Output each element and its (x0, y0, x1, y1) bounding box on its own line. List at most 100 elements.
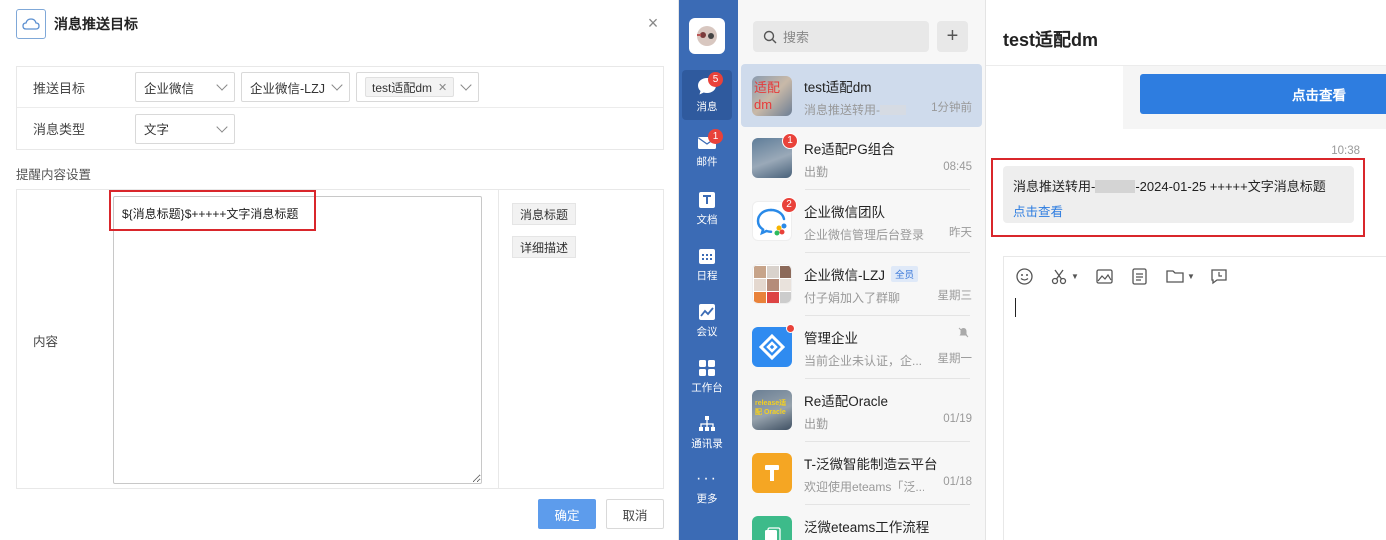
rail-item-contacts[interactable]: 通讯录 (682, 408, 732, 458)
content-label: 内容 (33, 335, 59, 349)
message-type-select[interactable]: 文字 (135, 113, 235, 144)
conversation-preview: 企业微信管理后台登录... (804, 227, 924, 242)
conversation-avatar: 适配dm (752, 75, 792, 116)
rail-label-messages: 消息 (696, 101, 718, 113)
reminder-icon[interactable] (1210, 268, 1228, 285)
redacted-block (1095, 180, 1136, 193)
folder-icon[interactable]: ▼ (1166, 268, 1195, 284)
rail-label-workbench: 工作台 (691, 382, 723, 394)
scissors-icon[interactable]: ▼ (1051, 268, 1079, 285)
conversation-name: T-泛微智能制造云平台 (804, 456, 938, 472)
conversation-text: T-泛微智能制造云平台 欢迎使用eteams「泛... 01/18 (804, 453, 972, 494)
chat-pane: test适配dm 点击查看 10:38 消息推送转用- -2024-01-25 +… (986, 0, 1386, 540)
message-editor[interactable]: ▼ ▼ (1003, 257, 1386, 540)
conversation-text: test适配dm 消息推送转用- 1分钟前 (804, 76, 972, 118)
conversation-name: 泛微eteams工作流程 (804, 519, 930, 535)
conversation-time: 星期三 (937, 289, 973, 302)
dialog-title: 消息推送目标 (54, 16, 138, 32)
rail-item-docs[interactable]: 文档 (682, 184, 732, 234)
admin-logo-icon (759, 333, 785, 360)
confirm-button[interactable]: 确定 (538, 499, 596, 529)
rail-item-more[interactable]: ··· 更多 (682, 464, 732, 514)
message-type-row: 消息类型 文字 (17, 108, 663, 149)
rail-item-messages[interactable]: 消息 5 (682, 70, 732, 120)
variable-description-button[interactable]: 详细描述 (512, 236, 577, 258)
rail-label-docs: 文档 (696, 214, 718, 226)
conversation-time: 星期一 (937, 352, 973, 365)
search-placeholder: 搜索 (783, 30, 810, 45)
message-type-label: 消息类型 (33, 122, 86, 137)
conversation-name: 企业微信-LZJ 全员 (804, 264, 972, 284)
caret-down-icon: ▼ (1071, 272, 1079, 281)
conversation-item[interactable]: 泛微eteams工作流程 (741, 504, 982, 540)
close-icon[interactable]: × (644, 14, 662, 32)
target-form: 推送目标 企业微信 企业微信-LZJ test适配dm ✕ 消息类型 文字 (16, 66, 664, 150)
conversation-item[interactable]: T-泛微智能制造云平台 欢迎使用eteams「泛... 01/18 (741, 441, 982, 504)
conversation-text: Re适配PG组合 出勤 08:45 (804, 138, 972, 179)
chevron-down-icon (331, 79, 343, 91)
content-textarea[interactable]: ${消息标题}$+++++文字消息标题 (113, 196, 482, 484)
cancel-button[interactable]: 取消 (606, 499, 664, 529)
reminder-section-title: 提醒内容设置 (16, 168, 92, 182)
rail-item-mail[interactable]: 邮件 1 (682, 127, 732, 177)
conversation-preview: 消息推送转用- (804, 101, 924, 118)
text-cursor (1015, 298, 1016, 317)
emoji-icon[interactable] (1016, 268, 1033, 285)
conversation-time: 昨天 (949, 226, 972, 239)
conversation-name: 管理企业 (804, 330, 858, 346)
target-app-value: 企业微信-LZJ (250, 81, 326, 96)
conversation-time: 08:45 (943, 160, 972, 173)
target-member-select[interactable]: test适配dm ✕ (356, 72, 479, 102)
target-type-select[interactable]: 企业微信 (135, 72, 235, 102)
image-icon[interactable] (1096, 268, 1113, 285)
target-type-value: 企业微信 (144, 81, 195, 96)
rail-item-meeting[interactable]: 会议 (682, 296, 732, 346)
selected-target-label: test适配dm (372, 80, 433, 95)
push-target-label: 推送目标 (33, 80, 86, 96)
conversation-list: 搜索 + 适配dm test适配dm 消息推送转用- 1分钟前 1 Re适配PG… (738, 0, 986, 540)
conversation-item[interactable]: release适配 Oracle Re适配Oracle 出勤 01/19 (741, 378, 982, 441)
mute-bell-icon (958, 327, 969, 337)
rail-label-calendar: 日程 (696, 270, 718, 282)
remove-tag-icon[interactable]: ✕ (438, 81, 447, 94)
rail-label-contacts: 通讯录 (691, 438, 723, 450)
chevron-down-icon (216, 120, 228, 133)
conversation-preview: 出勤 (804, 416, 829, 431)
plus-icon: + (946, 25, 959, 47)
target-app-select[interactable]: 企业微信-LZJ (241, 72, 350, 102)
company-avatar[interactable] (689, 18, 725, 54)
conversation-text: Re适配Oracle 出勤 01/19 (804, 390, 972, 431)
conversation-item[interactable]: 企业微信-LZJ 全员 付子娟加入了群聊 星期三 (741, 252, 982, 315)
rail-label-meeting: 会议 (696, 326, 718, 338)
add-button[interactable]: + (937, 21, 968, 52)
selected-target-tag: test适配dm ✕ (365, 77, 455, 97)
message-view-link[interactable]: 点击查看 (1013, 201, 1344, 220)
conversation-avatar: 2 (752, 196, 797, 241)
search-icon (763, 30, 777, 43)
conversation-name: test适配dm (804, 79, 872, 95)
variable-title-button[interactable]: 消息标题 (512, 203, 577, 225)
nav-rail: 消息 5 邮件 1 文档 日程 会议 工作台 通讯录 ··· 更多 (679, 0, 738, 540)
conversation-avatar (752, 452, 792, 493)
avatar-text: release适配 Oracle (755, 399, 787, 416)
conversation-time: 01/19 (943, 412, 972, 425)
group-avatar-icon (754, 265, 791, 303)
conversation-item[interactable]: 2 企业微信团队 企业微信管理后台登录... 昨天 (741, 189, 982, 252)
conversation-item[interactable]: 1 Re适配PG组合 出勤 08:45 (741, 126, 982, 189)
conversation-avatar (752, 323, 795, 367)
dialog-header: 消息推送目标 (0, 0, 678, 48)
conversation-text: 管理企业 当前企业未认证，企... 星期一 (804, 327, 973, 368)
conversation-item[interactable]: 管理企业 当前企业未认证，企... 星期一 (741, 315, 982, 378)
conversation-item[interactable]: 适配dm test适配dm 消息推送转用- 1分钟前 (741, 64, 982, 127)
document-icon[interactable] (1131, 268, 1148, 285)
conversation-time: 1分钟前 (931, 101, 972, 114)
cloud-icon (16, 9, 46, 39)
card-view-button[interactable]: 点击查看 (1140, 74, 1386, 114)
rail-item-calendar[interactable]: 日程 (682, 240, 732, 290)
search-input[interactable]: 搜索 (753, 21, 929, 52)
conversation-preview: 出勤 (804, 164, 829, 179)
rail-item-workbench[interactable]: 工作台 (682, 352, 732, 402)
conversation-avatar (752, 263, 792, 304)
conversation-name: Re适配Oracle (804, 393, 889, 409)
unread-badge: 2 (781, 196, 797, 213)
